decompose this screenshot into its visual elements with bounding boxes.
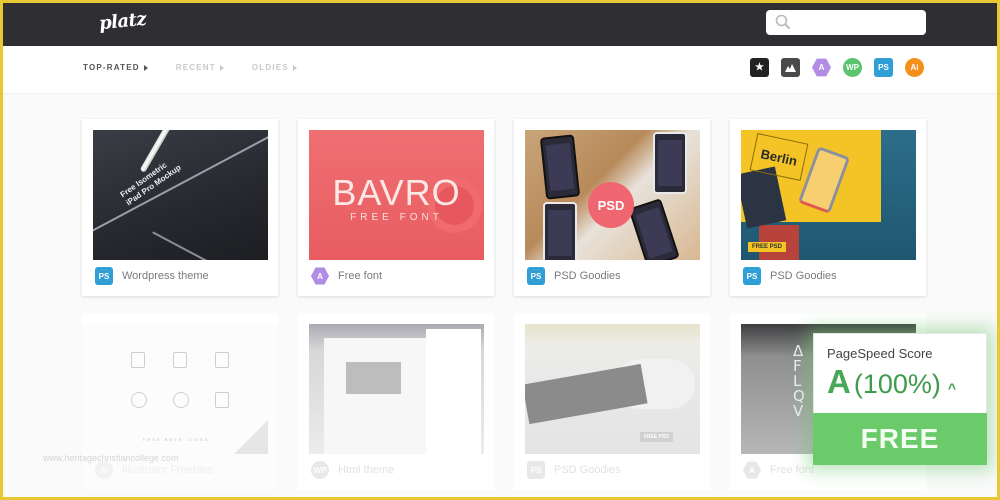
item-footer: A Free font xyxy=(743,461,814,479)
photoshop-icon: PS xyxy=(527,267,545,285)
logo[interactable]: platz xyxy=(98,9,147,35)
item-footer: A Free font xyxy=(311,267,382,285)
item-footer: PS PSD Goodies xyxy=(743,267,837,285)
search-icon xyxy=(775,14,791,30)
category-images-button[interactable] xyxy=(781,58,800,77)
filter-bar: TOP-RATED RECENT OLDIES ★ A WP PS Ai xyxy=(3,46,997,94)
thumbnail-title: BAVRO xyxy=(332,172,461,213)
thumbnail-letters: ΔFLQV xyxy=(793,342,805,420)
wordpress-icon: WP xyxy=(846,63,859,72)
thumbnail-tag: FREE PSD xyxy=(640,432,674,442)
tab-oldies[interactable]: OLDIES xyxy=(252,63,297,72)
pagespeed-score: A (100%) ^ xyxy=(827,363,974,401)
item-card[interactable]: Free Isometric iPad Pro Mockup PS Wordpr… xyxy=(82,119,278,296)
tab-top-rated[interactable]: TOP-RATED xyxy=(83,63,148,72)
item-footer: PS PSD Goodies xyxy=(527,267,621,285)
category-fonts-button[interactable]: A xyxy=(812,58,831,77)
pagespeed-widget: PageSpeed Score A (100%) ^ FREE xyxy=(813,333,987,465)
item-footer: WP Html theme xyxy=(311,461,394,479)
tab-label: RECENT xyxy=(175,63,216,72)
item-title[interactable]: Free font xyxy=(338,270,382,282)
item-thumbnail[interactable]: Berlin FREE PSD xyxy=(741,130,916,260)
photoshop-icon: PS xyxy=(878,63,889,72)
category-filters: ★ A WP PS Ai xyxy=(750,58,924,77)
category-photoshop-button[interactable]: PS xyxy=(874,58,893,77)
item-card[interactable]: WP Html theme xyxy=(298,313,494,490)
pagespeed-score-panel: PageSpeed Score A (100%) ^ xyxy=(813,333,987,413)
caret-right-icon xyxy=(143,64,148,71)
item-title[interactable]: Html theme xyxy=(338,464,394,476)
item-title[interactable]: Wordpress theme xyxy=(122,270,209,282)
category-illustrator-button[interactable]: Ai xyxy=(905,58,924,77)
tab-label: TOP-RATED xyxy=(83,63,140,72)
search-input[interactable] xyxy=(796,13,920,32)
category-featured-button[interactable]: ★ xyxy=(750,58,769,77)
item-card[interactable]: BAVRO FREE FONT A Free font xyxy=(298,119,494,296)
star-icon: ★ xyxy=(755,62,764,73)
item-footer: PS Wordpress theme xyxy=(95,267,209,285)
font-hex-icon: A xyxy=(743,461,761,479)
item-title[interactable]: PSD Goodies xyxy=(770,270,837,282)
pagespeed-percent: (100%) xyxy=(853,369,941,399)
item-thumbnail[interactable]: PSD xyxy=(525,130,700,260)
item-title[interactable]: Free font xyxy=(770,464,814,476)
pagespeed-label: PageSpeed Score xyxy=(827,346,933,361)
wordpress-icon: WP xyxy=(311,461,329,479)
sort-tabs: TOP-RATED RECENT OLDIES xyxy=(83,63,325,72)
free-button[interactable]: FREE xyxy=(813,413,987,465)
top-navbar: platz xyxy=(3,3,997,46)
tab-label: OLDIES xyxy=(251,63,289,72)
fade-overlay xyxy=(3,323,283,497)
font-hex-icon: A xyxy=(818,63,825,72)
item-thumbnail[interactable]: Free Isometric iPad Pro Mockup xyxy=(93,130,268,260)
thumbnail-subtitle: FREE FONT xyxy=(350,212,443,223)
thumbnail-text: Free Isometric iPad Pro Mockup xyxy=(118,160,183,208)
category-wordpress-button[interactable]: WP xyxy=(843,58,862,77)
font-hex-icon: A xyxy=(311,267,329,285)
thumbnail-tag: FREE PSD xyxy=(748,242,787,252)
psd-badge: PSD xyxy=(588,182,634,228)
tab-recent[interactable]: RECENT xyxy=(176,63,224,72)
item-title[interactable]: PSD Goodies xyxy=(554,270,621,282)
item-footer: PS PSD Goodies xyxy=(527,461,621,479)
caret-right-icon xyxy=(219,64,224,71)
item-thumbnail[interactable]: BAVRO FREE FONT xyxy=(309,130,484,260)
caret-right-icon xyxy=(292,64,297,71)
page: platz TOP-RATED RECENT OLDIES ★ A WP PS … xyxy=(3,3,997,497)
item-title[interactable]: PSD Goodies xyxy=(554,464,621,476)
item-card[interactable]: Berlin FREE PSD PS PSD Goodies xyxy=(730,119,926,296)
mountain-icon xyxy=(785,64,796,72)
photoshop-icon: PS xyxy=(743,267,761,285)
pagespeed-grade: A xyxy=(827,363,851,400)
item-card[interactable]: PSD PS PSD Goodies xyxy=(514,119,710,296)
item-thumbnail[interactable]: FREE PSD xyxy=(525,324,700,454)
caret-up-icon[interactable]: ^ xyxy=(948,380,956,396)
item-card[interactable]: FREE PSD PS PSD Goodies xyxy=(514,313,710,490)
illustrator-icon: Ai xyxy=(910,63,919,72)
item-thumbnail[interactable] xyxy=(309,324,484,454)
watermark-text: www.heritagechristiancollege.com xyxy=(43,453,179,463)
search-box[interactable] xyxy=(766,10,926,35)
photoshop-icon: PS xyxy=(95,267,113,285)
photoshop-icon: PS xyxy=(527,461,545,479)
